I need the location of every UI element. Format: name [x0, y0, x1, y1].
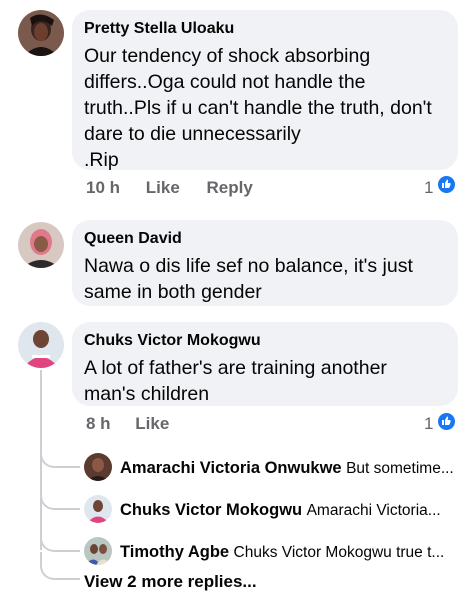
- reaction-count[interactable]: 1: [424, 414, 433, 434]
- reply-item[interactable]: Timothy Agbe Chuks Victor Mokogwu true t…: [120, 542, 460, 563]
- thread-connector: [40, 552, 80, 580]
- comment-bubble: Pretty Stella Uloaku Our tendency of sho…: [72, 10, 458, 171]
- profile-photo-icon: [84, 453, 112, 481]
- comment-text: Our tendency of shock absorbing differs.…: [84, 45, 432, 171]
- reply-text: Amarachi Victoria...: [306, 502, 441, 519]
- comment-text: Nawa o dis life sef no balance, it's jus…: [84, 255, 413, 303]
- reply-author[interactable]: Amarachi Victoria Onwukwe: [120, 459, 342, 477]
- comment-author[interactable]: Chuks Victor Mokogwu: [84, 331, 446, 351]
- avatar[interactable]: [84, 495, 112, 523]
- avatar[interactable]: [18, 10, 64, 56]
- reply-author[interactable]: Chuks Victor Mokogwu: [120, 501, 302, 519]
- comment-time[interactable]: 10 h: [86, 178, 120, 198]
- like-reaction-icon[interactable]: [437, 412, 456, 431]
- reply-button[interactable]: Reply: [207, 178, 253, 198]
- reaction-count[interactable]: 1: [424, 178, 433, 198]
- comment-author[interactable]: Queen David: [84, 229, 446, 249]
- comment-bubble: Queen David Nawa o dis life sef no balan…: [72, 220, 458, 306]
- profile-photo-icon: [84, 495, 112, 523]
- thread-connector: [40, 440, 80, 468]
- avatar[interactable]: [84, 453, 112, 481]
- thread-connector: [40, 524, 80, 552]
- reply-item[interactable]: Amarachi Victoria Onwukwe But sometime..…: [120, 458, 460, 479]
- reply-item[interactable]: Chuks Victor Mokogwu Amarachi Victoria..…: [120, 500, 460, 521]
- thread-connector: [40, 482, 80, 510]
- comment-actions: 10 h Like Reply: [86, 178, 253, 198]
- reply-text: But sometime...: [346, 460, 454, 477]
- comment-actions: 8 h Like: [86, 414, 169, 434]
- profile-photo-icon: [18, 322, 64, 368]
- avatar[interactable]: [18, 322, 64, 368]
- avatar[interactable]: [18, 222, 64, 268]
- reply-author[interactable]: Timothy Agbe: [120, 543, 229, 561]
- comment-bubble: Chuks Victor Mokogwu A lot of father's a…: [72, 322, 458, 406]
- comment-text: A lot of father's are training another m…: [84, 357, 387, 405]
- profile-photo-icon: [18, 10, 64, 56]
- like-button[interactable]: Like: [146, 178, 180, 198]
- comment-time[interactable]: 8 h: [86, 414, 111, 434]
- comment-author[interactable]: Pretty Stella Uloaku: [84, 19, 446, 39]
- like-button[interactable]: Like: [135, 414, 169, 434]
- reply-text: Chuks Victor Mokogwu true t...: [233, 544, 445, 561]
- avatar[interactable]: [84, 537, 112, 565]
- profile-photo-icon: [84, 537, 112, 565]
- profile-photo-icon: [18, 222, 64, 268]
- view-more-replies-link[interactable]: View 2 more replies...: [84, 572, 257, 592]
- like-reaction-icon[interactable]: [437, 175, 456, 194]
